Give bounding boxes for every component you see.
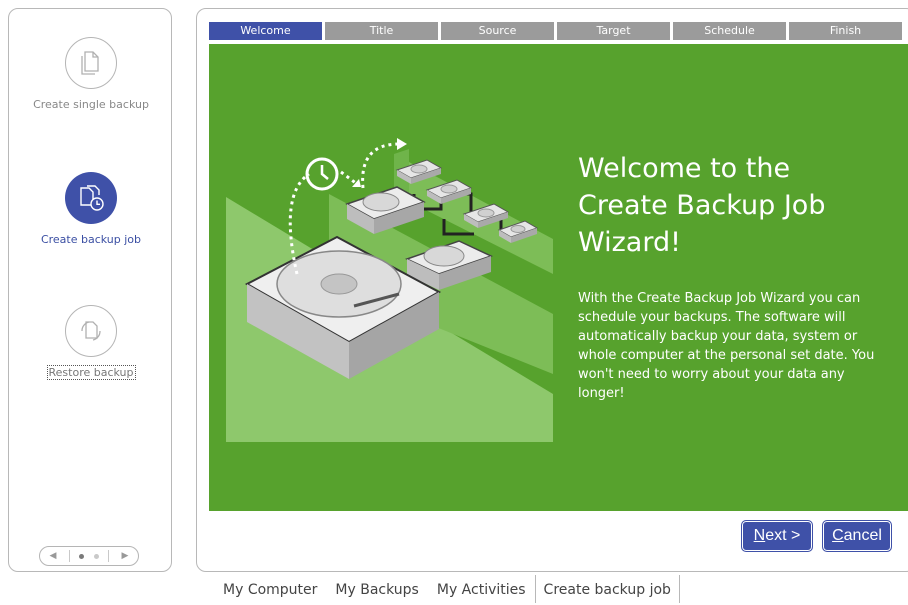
sidebar-item-restore-backup[interactable]: Restore backup — [9, 305, 173, 380]
chevron-right-icon[interactable]: ▶ — [118, 551, 132, 561]
step-schedule: Schedule — [673, 22, 786, 40]
wizard-steps: Welcome Title Source Target Schedule Fin… — [209, 22, 902, 40]
sidebar: Create single backup Create backup job R… — [8, 8, 172, 572]
welcome-panel: Welcome to the Create Backup Job Wizard!… — [209, 44, 908, 511]
step-source: Source — [441, 22, 554, 40]
pager-dot[interactable] — [79, 553, 84, 559]
tab-my-backups[interactable]: My Backups — [326, 575, 427, 603]
wizard-description: With the Create Backup Job Wizard you ca… — [578, 291, 875, 401]
sidebar-item-create-single-backup[interactable]: Create single backup — [9, 37, 173, 112]
next-button[interactable]: Next > — [741, 520, 813, 552]
step-target: Target — [557, 22, 670, 40]
sidebar-item-create-backup-job[interactable]: Create backup job — [9, 172, 173, 247]
tab-my-computer[interactable]: My Computer — [214, 575, 326, 603]
pager-dot[interactable] — [94, 553, 99, 559]
sidebar-pager: ◀ ▶ — [39, 546, 139, 566]
single-file-icon — [65, 37, 117, 89]
cancel-button[interactable]: Cancel — [822, 520, 892, 552]
chevron-left-icon[interactable]: ◀ — [46, 551, 60, 561]
backup-job-icon — [65, 172, 117, 224]
restore-icon — [65, 305, 117, 357]
step-finish: Finish — [789, 22, 902, 40]
step-welcome: Welcome — [209, 22, 322, 40]
hard-drives-illustration — [226, 138, 553, 442]
step-title: Title — [325, 22, 438, 40]
sidebar-item-label: Create single backup — [33, 98, 149, 111]
sidebar-item-label: Restore backup — [46, 365, 136, 380]
wizard-title: Welcome to the Create Backup Job Wizard! — [578, 153, 826, 258]
sidebar-item-label: Create backup job — [40, 233, 142, 246]
tab-my-activities[interactable]: My Activities — [428, 575, 535, 603]
tab-create-backup-job[interactable]: Create backup job — [534, 575, 680, 603]
bottom-tabs: My Computer My Backups My Activities Cre… — [214, 575, 680, 603]
